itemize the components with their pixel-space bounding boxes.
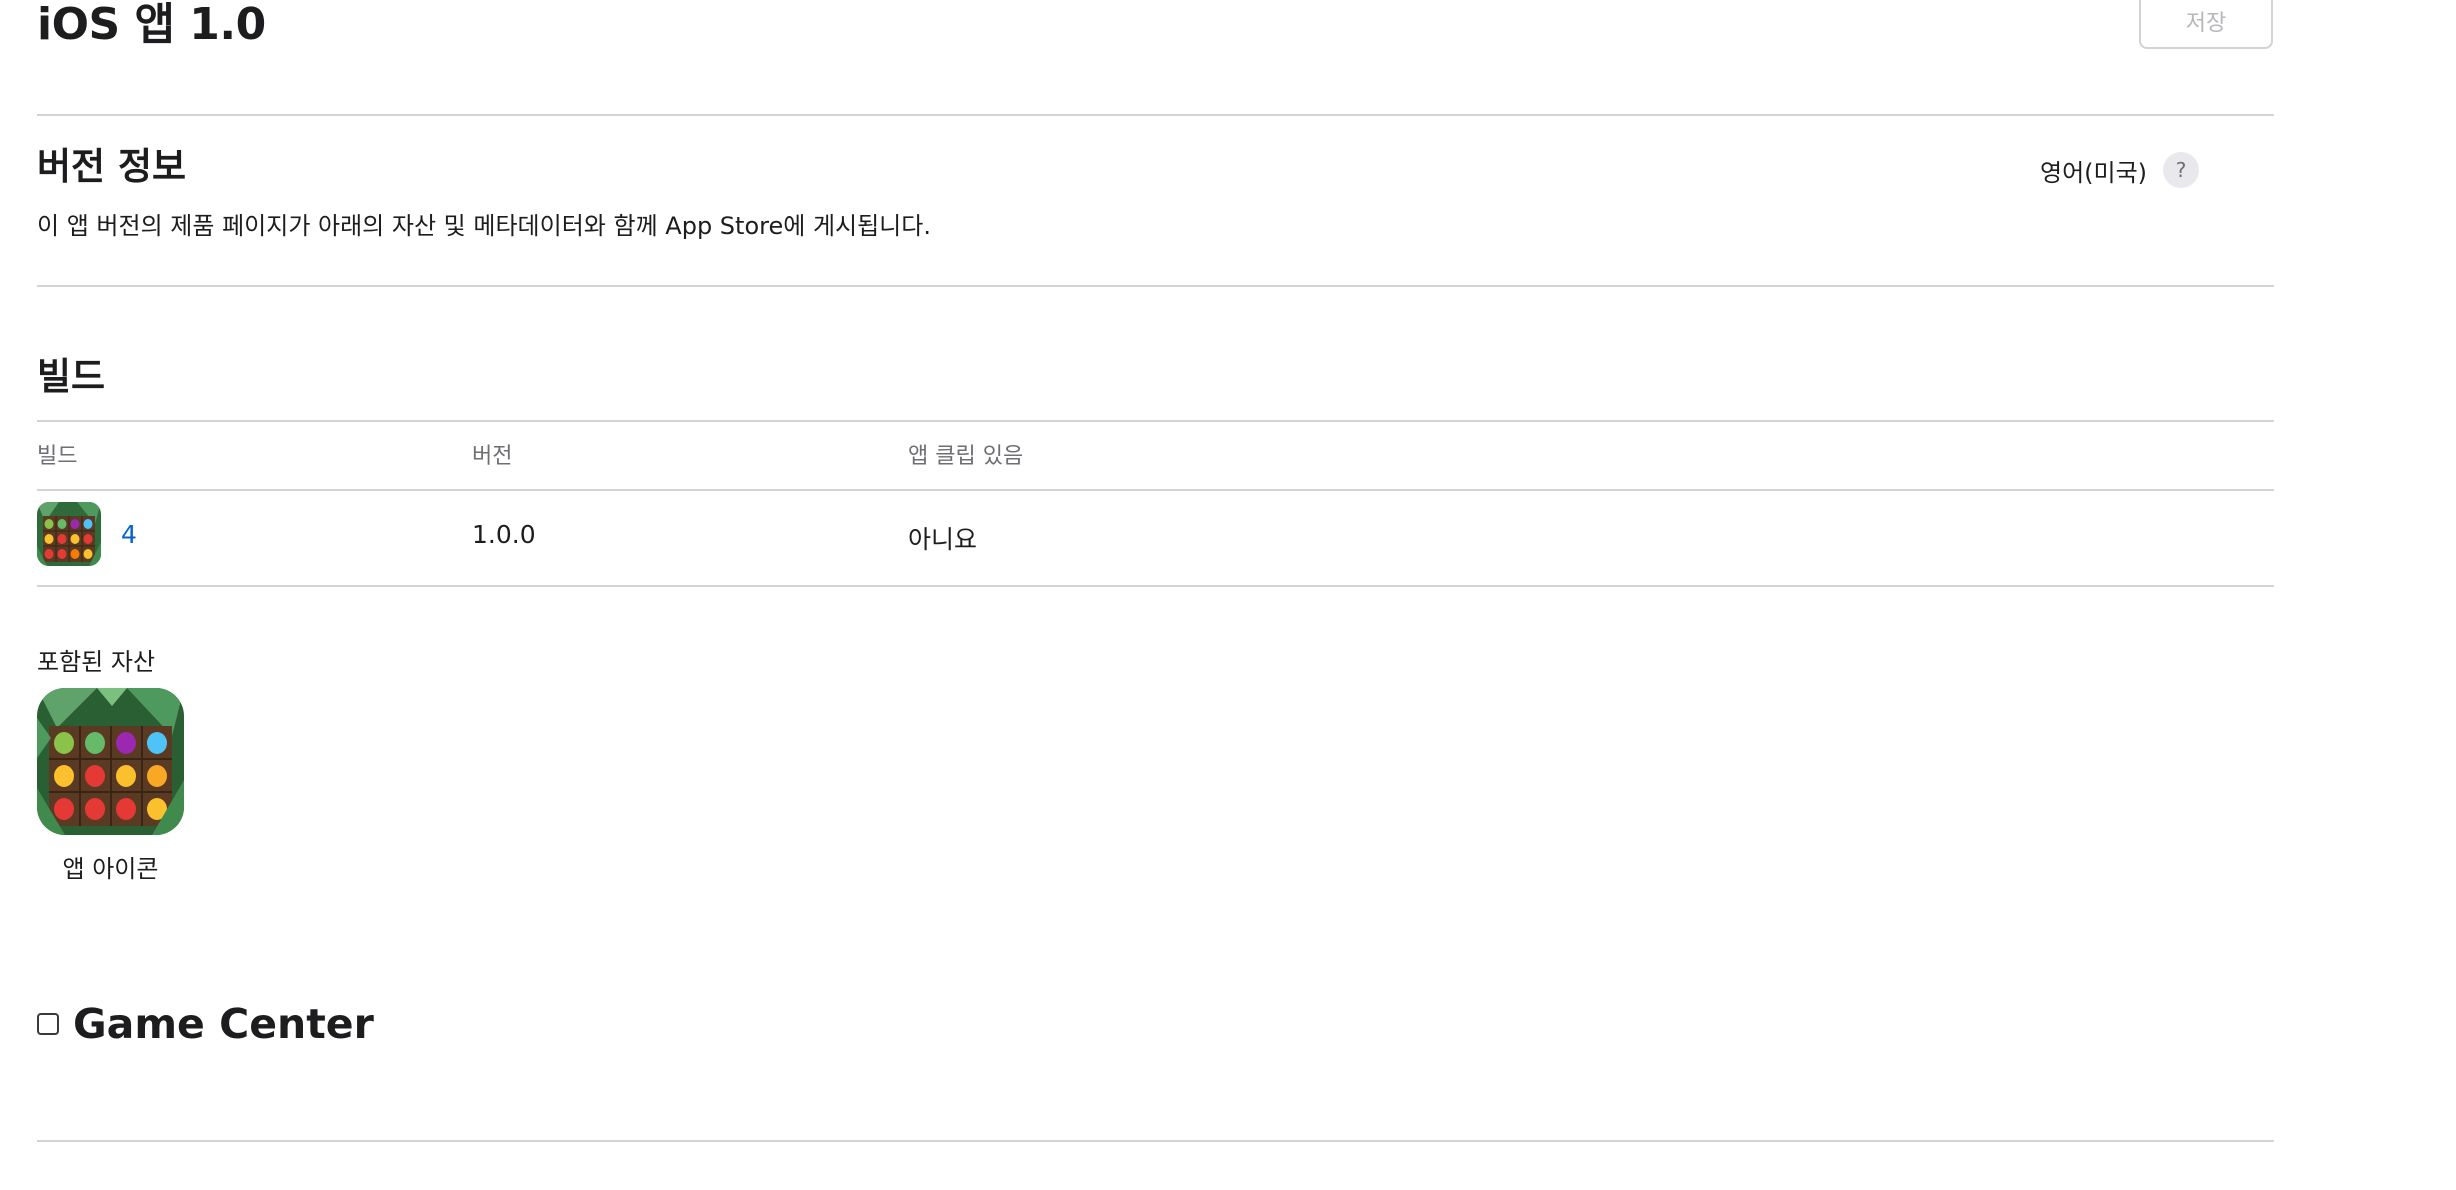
version-info-heading: 버전 정보 xyxy=(37,145,187,188)
column-header-build: 빌드 xyxy=(37,444,78,469)
language-label[interactable]: 영어(미국) xyxy=(2040,153,2147,188)
help-icon[interactable]: ? xyxy=(2163,152,2200,188)
table-bottom-divider xyxy=(37,585,2274,587)
language-selector[interactable]: 영어(미국) ? xyxy=(2040,152,2200,188)
version-info-description: 이 앱 버전의 제품 페이지가 아래의 자산 및 메타데이터와 함께 App S… xyxy=(37,212,931,240)
app-icon-image[interactable] xyxy=(37,688,184,835)
build-version-cell: 1.0.0 xyxy=(472,520,536,549)
build-thumbnail-icon xyxy=(37,502,101,566)
table-top-divider xyxy=(37,420,2274,422)
save-button[interactable]: 저장 xyxy=(2139,0,2273,49)
build-heading: 빌드 xyxy=(37,355,106,398)
page-title: iOS 앱 1.0 xyxy=(37,0,266,50)
app-clip-cell: 아니요 xyxy=(908,525,978,554)
divider xyxy=(37,1140,2274,1142)
included-assets-label: 포함된 자산 xyxy=(37,648,156,676)
app-icon-label: 앱 아이콘 xyxy=(62,855,159,883)
game-center-checkbox[interactable] xyxy=(37,1013,59,1035)
divider xyxy=(37,114,2274,116)
divider xyxy=(37,285,2274,287)
app-version-page: iOS 앱 1.0 저장 버전 정보 이 앱 버전의 제품 페이지가 아래의 자… xyxy=(37,0,2312,1190)
column-header-version: 버전 xyxy=(472,444,513,469)
table-header-divider xyxy=(37,489,2274,491)
column-header-app-clip: 앱 클립 있음 xyxy=(908,444,1024,469)
build-number-link[interactable]: 4 xyxy=(121,520,137,549)
game-center-title[interactable]: Game Center xyxy=(73,1000,374,1048)
game-center-row[interactable]: Game Center xyxy=(37,1000,374,1048)
